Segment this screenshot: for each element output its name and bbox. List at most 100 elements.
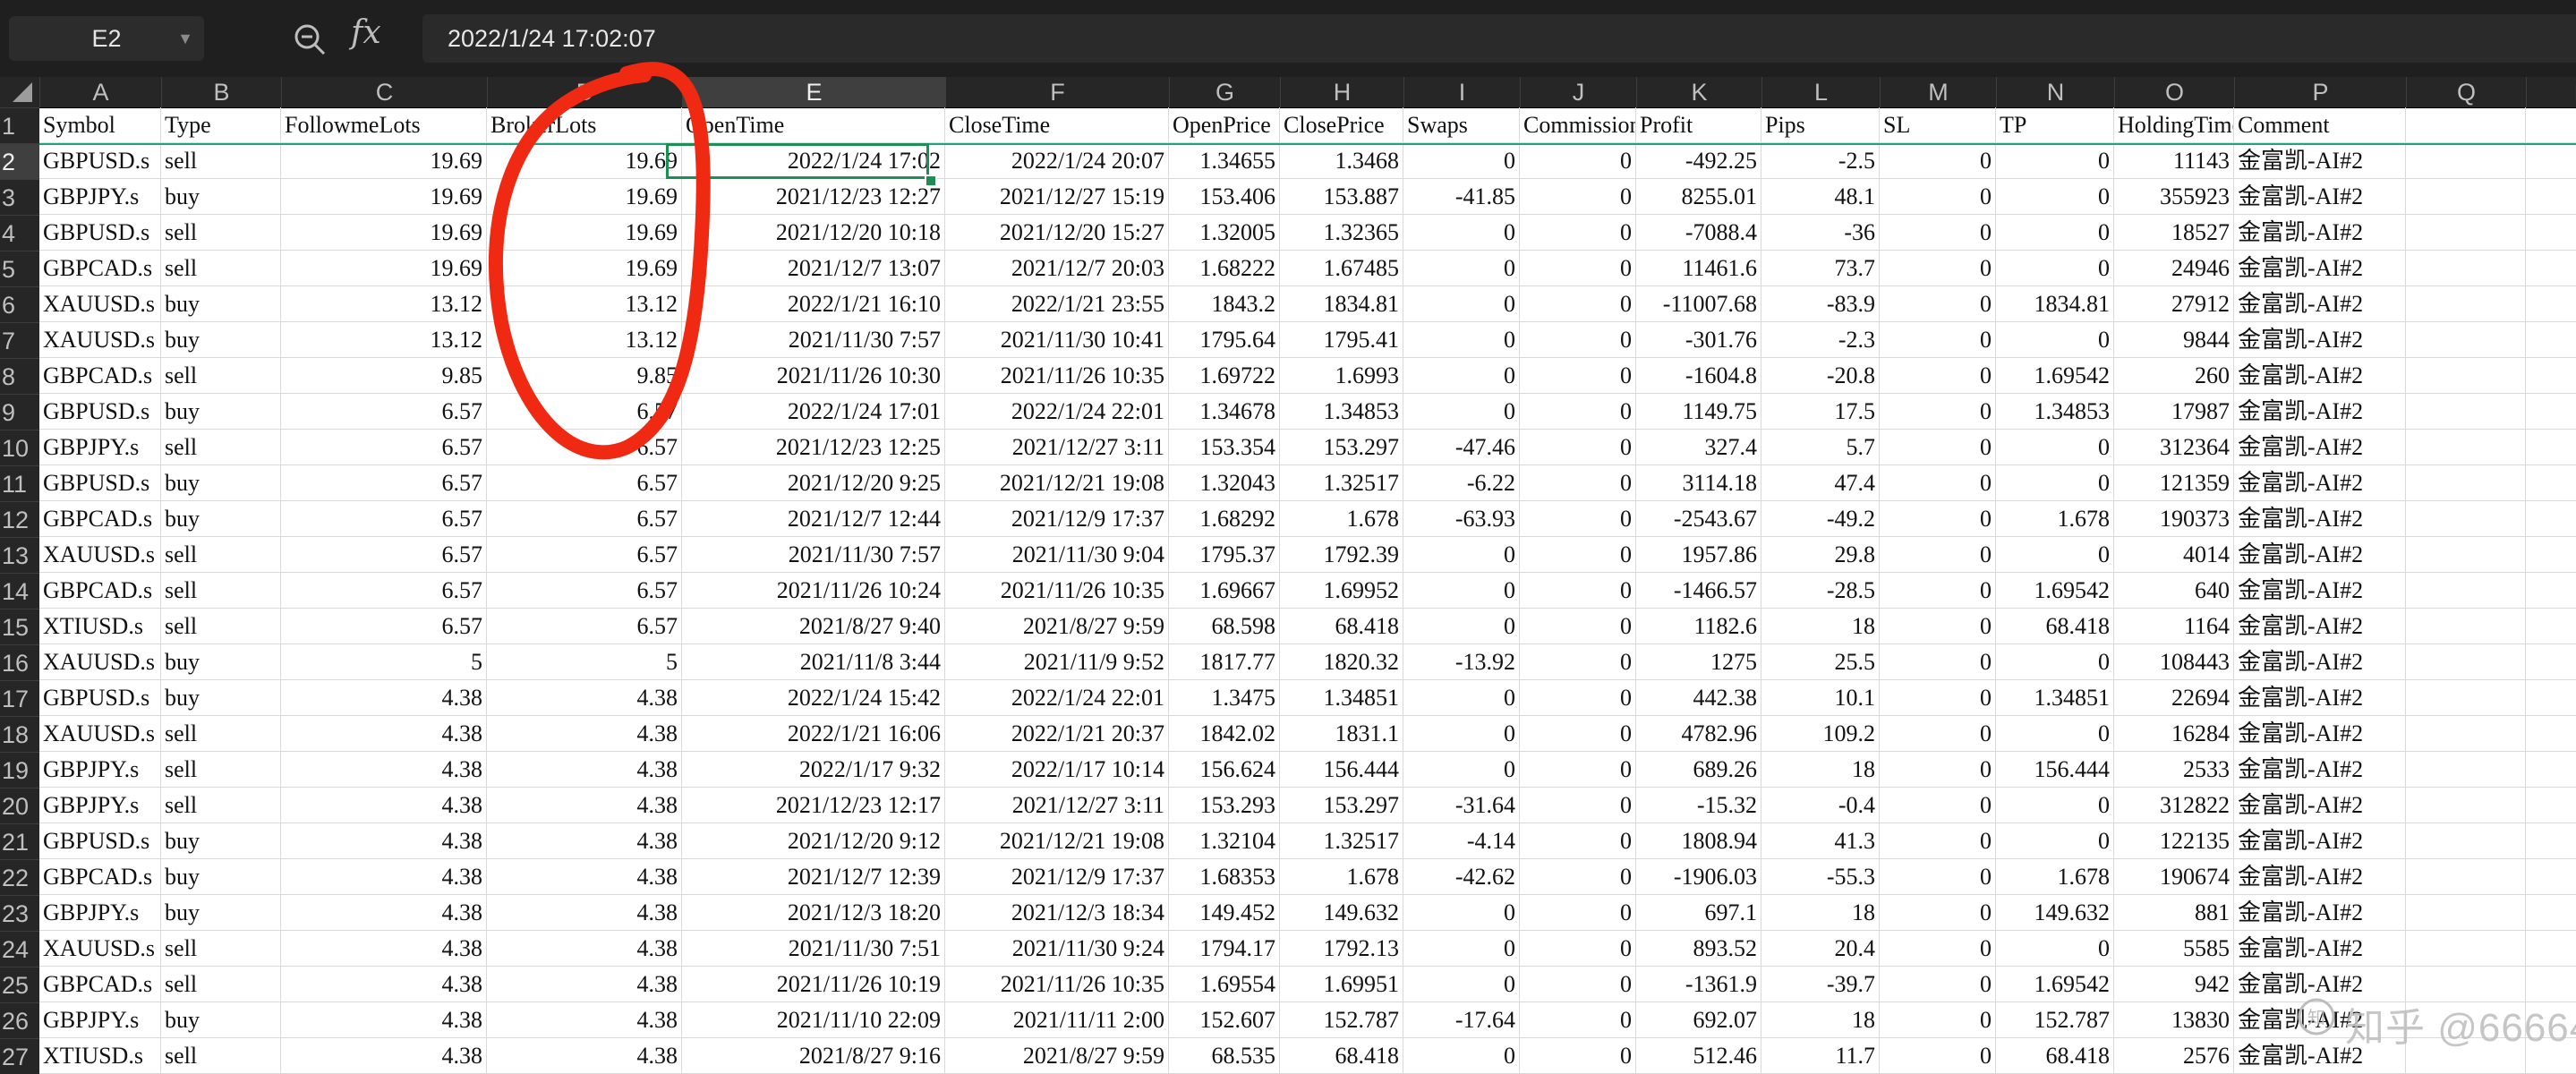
table-cell[interactable]: 1.69951 bbox=[1280, 967, 1403, 1002]
row-header-24[interactable]: 24 bbox=[0, 931, 39, 967]
table-cell[interactable]: 152.607 bbox=[1169, 1002, 1280, 1038]
table-cell[interactable]: 2021/12/23 12:17 bbox=[682, 788, 945, 823]
column-header-e[interactable]: E bbox=[682, 77, 945, 107]
table-cell[interactable]: 0 bbox=[1996, 430, 2114, 465]
table-cell[interactable]: 1.69542 bbox=[1996, 358, 2114, 394]
table-cell[interactable]: buy bbox=[161, 859, 281, 895]
table-cell[interactable]: XTIUSD.s bbox=[39, 1038, 161, 1074]
table-cell[interactable]: 0 bbox=[1880, 322, 1996, 358]
table-cell[interactable]: 1.34851 bbox=[1996, 680, 2114, 716]
row-header-4[interactable]: 4 bbox=[0, 215, 39, 251]
table-cell[interactable]: sell bbox=[161, 716, 281, 752]
table-cell[interactable]: 1.69667 bbox=[1169, 573, 1280, 609]
table-cell[interactable]: 2576 bbox=[2114, 1038, 2234, 1074]
table-cell[interactable]: 1834.81 bbox=[1280, 286, 1403, 322]
row-header-12[interactable]: 12 bbox=[0, 501, 39, 537]
table-cell[interactable]: 6.57 bbox=[487, 394, 682, 430]
table-cell[interactable]: 4.38 bbox=[487, 788, 682, 823]
table-cell[interactable]: 17987 bbox=[2114, 394, 2234, 430]
table-cell[interactable]: 153.293 bbox=[1169, 788, 1280, 823]
table-cell[interactable]: 0 bbox=[1520, 251, 1636, 286]
column-title-a[interactable]: Symbol bbox=[39, 107, 161, 143]
table-cell[interactable]: 2 bbox=[2526, 286, 2576, 322]
row-header-14[interactable]: 14 bbox=[0, 573, 39, 609]
column-title-i[interactable]: Swaps bbox=[1403, 107, 1520, 143]
table-cell[interactable]: 25.5 bbox=[1761, 644, 1880, 680]
formula-input[interactable]: 2022/1/24 17:02:07 bbox=[422, 14, 2576, 63]
table-cell[interactable]: 5 bbox=[487, 644, 682, 680]
column-header-o[interactable]: O bbox=[2114, 77, 2234, 107]
table-cell[interactable]: 1.69542 bbox=[1996, 573, 2114, 609]
table-cell[interactable]: 0 bbox=[1520, 716, 1636, 752]
table-cell[interactable]: 68.535 bbox=[1169, 1038, 1280, 1074]
table-cell[interactable]: -492.25 bbox=[1636, 143, 1761, 179]
table-cell[interactable]: 5 bbox=[2526, 394, 2576, 430]
table-cell[interactable]: sell bbox=[161, 430, 281, 465]
row-header-20[interactable]: 20 bbox=[0, 788, 39, 823]
table-cell[interactable]: 1794.17 bbox=[1169, 931, 1280, 967]
table-cell[interactable]: 0 bbox=[1520, 859, 1636, 895]
table-cell[interactable]: 4.38 bbox=[281, 752, 487, 788]
table-cell[interactable]: 0 bbox=[1996, 322, 2114, 358]
table-cell[interactable] bbox=[2406, 788, 2526, 823]
table-cell[interactable]: 4.38 bbox=[281, 680, 487, 716]
table-cell[interactable]: 6.57 bbox=[281, 573, 487, 609]
table-cell[interactable]: 0 bbox=[1520, 609, 1636, 644]
table-cell[interactable]: -11007.68 bbox=[1636, 286, 1761, 322]
table-cell[interactable]: 6.57 bbox=[487, 465, 682, 501]
table-cell[interactable]: 18 bbox=[1761, 609, 1880, 644]
column-header-b[interactable]: B bbox=[161, 77, 281, 107]
table-cell[interactable]: 1.32043 bbox=[1169, 465, 1280, 501]
table-cell[interactable]: 金富凯-AI#2 bbox=[2234, 788, 2406, 823]
table-cell[interactable]: sell bbox=[161, 215, 281, 251]
table-cell[interactable]: 0 bbox=[1520, 358, 1636, 394]
table-cell[interactable]: GBPUSD.s bbox=[39, 143, 161, 179]
table-cell[interactable]: 512.46 bbox=[1636, 1038, 1761, 1074]
table-cell[interactable]: 1792.13 bbox=[1280, 931, 1403, 967]
table-cell[interactable]: 0 bbox=[1996, 143, 2114, 179]
row-header-22[interactable]: 22 bbox=[0, 859, 39, 895]
table-cell[interactable]: 0 bbox=[1996, 465, 2114, 501]
table-cell[interactable]: XAUUSD.s bbox=[39, 322, 161, 358]
table-cell[interactable]: 1.32517 bbox=[1280, 823, 1403, 859]
table-cell[interactable] bbox=[2406, 752, 2526, 788]
table-cell[interactable]: 2021/12/7 12:39 bbox=[682, 859, 945, 895]
table-cell[interactable]: 6.57 bbox=[487, 430, 682, 465]
table-cell[interactable]: 19.69 bbox=[487, 179, 682, 215]
table-cell[interactable]: 1.678 bbox=[1280, 501, 1403, 537]
table-cell[interactable]: 2021/12/20 9:25 bbox=[682, 465, 945, 501]
table-cell[interactable]: 355923 bbox=[2114, 179, 2234, 215]
table-cell[interactable]: 10 bbox=[2526, 573, 2576, 609]
column-header-f[interactable]: F bbox=[945, 77, 1169, 107]
table-cell[interactable]: 0 bbox=[1520, 931, 1636, 967]
table-cell[interactable]: 2021/12/7 20:03 bbox=[945, 251, 1169, 286]
table-cell[interactable]: XAUUSD.s bbox=[39, 286, 161, 322]
table-cell[interactable]: 1795.37 bbox=[1169, 537, 1280, 573]
table-cell[interactable]: 2021/11/26 10:35 bbox=[945, 358, 1169, 394]
table-cell[interactable]: 1.68222 bbox=[1169, 251, 1280, 286]
table-cell[interactable]: 金富凯-AI#2 bbox=[2234, 537, 2406, 573]
table-cell[interactable]: 金富凯-AI#2 bbox=[2234, 465, 2406, 501]
column-title-p[interactable]: Comment bbox=[2234, 107, 2406, 143]
table-cell[interactable]: 0 bbox=[1520, 1002, 1636, 1038]
table-cell[interactable]: 1842.02 bbox=[1169, 716, 1280, 752]
table-cell[interactable]: 8255.01 bbox=[1636, 179, 1761, 215]
table-cell[interactable]: 0 bbox=[1880, 179, 1996, 215]
table-cell[interactable]: buy bbox=[161, 501, 281, 537]
table-cell[interactable]: 4.38 bbox=[487, 823, 682, 859]
table-cell[interactable]: buy bbox=[161, 394, 281, 430]
table-cell[interactable]: 1149.75 bbox=[1636, 394, 1761, 430]
table-cell[interactable]: 152.787 bbox=[1996, 1002, 2114, 1038]
table-cell[interactable]: 4.38 bbox=[281, 1002, 487, 1038]
table-cell[interactable]: sell bbox=[161, 537, 281, 573]
table-cell[interactable]: 0 bbox=[1520, 644, 1636, 680]
table-cell[interactable]: 1.32005 bbox=[1169, 215, 1280, 251]
table-cell[interactable]: 9.85 bbox=[281, 358, 487, 394]
row-header-26[interactable]: 26 bbox=[0, 1002, 39, 1038]
table-cell[interactable]: 0 bbox=[1403, 215, 1520, 251]
table-cell[interactable]: 0 bbox=[1403, 967, 1520, 1002]
table-cell[interactable]: -2.5 bbox=[1761, 143, 1880, 179]
table-cell[interactable]: 19.69 bbox=[281, 215, 487, 251]
table-cell[interactable]: 4.38 bbox=[281, 788, 487, 823]
table-cell[interactable]: 68.418 bbox=[1280, 1038, 1403, 1074]
